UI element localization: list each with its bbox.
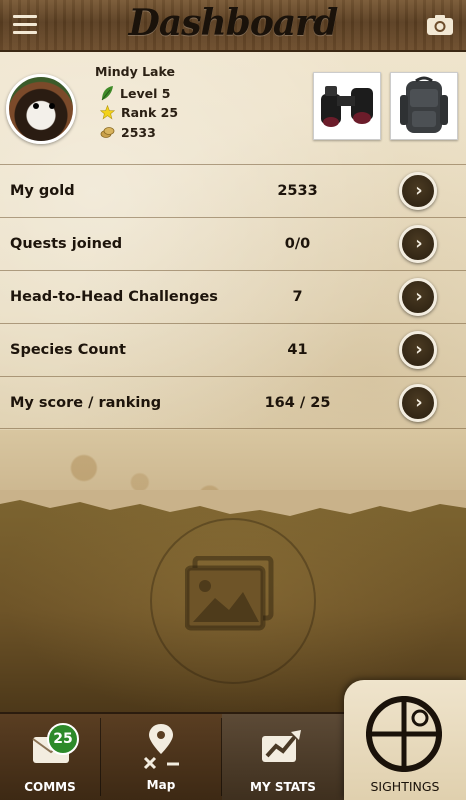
stat-value: 41 [287,342,308,358]
chevron-right-icon[interactable]: › [399,331,437,369]
gold-coins-icon [100,127,115,138]
backpack-icon [400,76,448,133]
stat-label: My gold [10,183,75,199]
stat-label: Quests joined [10,236,123,252]
chevron-right-icon[interactable]: › [399,383,437,422]
chevron-right-icon[interactable]: › [399,172,437,210]
level-text: Level 5 [120,85,171,101]
tab-map[interactable]: Map [101,714,221,800]
crosshair-icon [366,696,442,772]
tab-my-stats[interactable]: MY STATS [222,714,344,800]
stat-row-score[interactable]: My score / ranking 164 / 25 › [0,376,466,429]
gold-line: 2533 [100,125,156,140]
stat-value: 164 / 25 [264,394,331,411]
stat-row-species[interactable]: Species Count 41 › [0,323,466,376]
tab-sightings[interactable]: SIGHTINGS [344,680,466,800]
rank-line: Rank 25 [100,105,178,120]
stat-value: 0/0 [284,236,311,252]
gear-backpack[interactable] [390,72,458,140]
chevron-right-icon[interactable]: › [399,225,437,263]
gold-text: 2533 [121,125,156,140]
stat-value: 2533 [277,183,318,199]
stat-label: Head-to-Head Challenges [10,289,218,305]
stat-row-challenges[interactable]: Head-to-Head Challenges 7 › [0,270,466,323]
stat-value: 7 [292,289,303,305]
page-title: Dashboard [128,2,339,44]
binoculars-icon [321,86,373,127]
camera-icon[interactable] [426,14,454,36]
chevron-right-icon[interactable]: › [399,278,437,316]
stat-label: My score / ranking [10,394,162,411]
stats-list: My gold 2533 › Quests joined 0/0 › Head-… [0,164,466,429]
profile-section: Mindy Lake Level 5 Rank 25 2533 [0,60,466,165]
tab-label: SIGHTINGS [370,779,440,794]
avatar[interactable] [6,74,76,144]
map-pin-icon [143,724,179,770]
user-name: Mindy Lake [95,64,175,79]
tab-label: MY STATS [250,780,316,794]
stat-label: Species Count [10,342,126,358]
tab-comms[interactable]: 25 COMMS [0,714,100,800]
unread-badge: 25 [47,723,79,755]
image-icon [185,556,274,631]
leaf-icon [101,86,113,101]
chart-icon [262,730,301,762]
top-bar: Dashboard [0,0,466,52]
stat-row-quests[interactable]: Quests joined 0/0 › [0,217,466,270]
torn-paper-edge [0,490,466,516]
stat-row-gold[interactable]: My gold 2533 › [0,164,466,217]
tab-label: COMMS [24,780,76,794]
level-line: Level 5 [100,85,170,101]
rank-text: Rank 25 [121,105,179,120]
gear-binoculars[interactable] [313,72,381,140]
tab-label: Map [146,778,176,792]
star-icon [100,105,115,120]
